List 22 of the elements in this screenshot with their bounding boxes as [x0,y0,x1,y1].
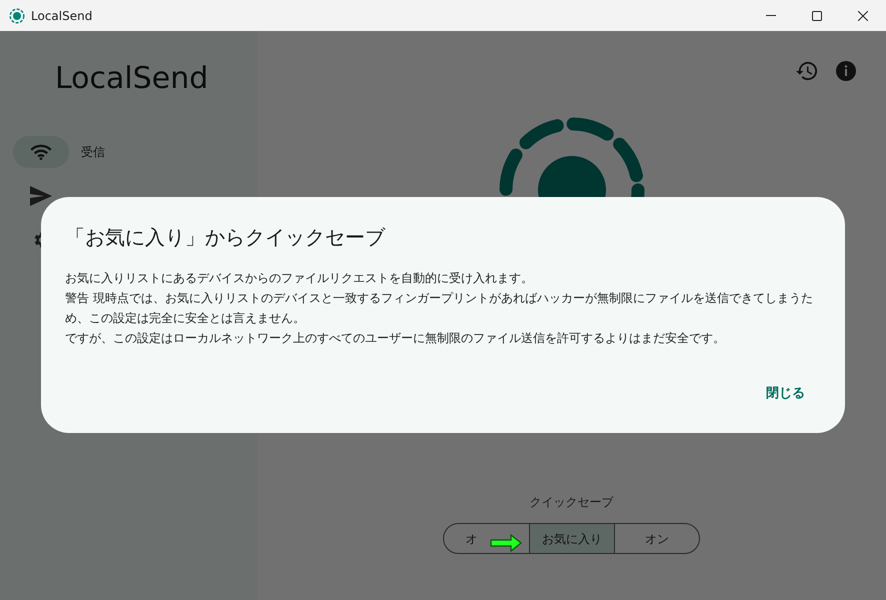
wifi-icon [30,144,52,160]
minimize-icon [766,15,776,16]
app-logo-icon [9,8,25,24]
close-dialog-button[interactable]: 閉じる [766,384,805,403]
dialog-text: ですが、この設定はローカルネットワーク上のすべてのユーザーに無制限のファイル送信を許可するよりはまだ安全です。 [65,330,726,347]
segment-option[interactable]: お気に入り [529,524,614,553]
dialog-text: お気に入りリストにあるデバイスからのファイルリクエストを自動的に受け入れます。 [65,270,534,287]
dialog-text: 警告 現時点では、お気に入りリストのデバイスと一致するフィンガープリントがあればハッカーが無制限にファイルを送信できてしまうため、この設定は完全に安全とは言えません。 [65,290,814,327]
nav-item[interactable]: 受信 [0,136,257,168]
close-icon [858,10,868,20]
dialog-title: 「お気に入り」からクイックセーブ [65,225,386,250]
app-name: LocalSend [55,64,210,94]
history-icon[interactable] [796,61,818,81]
nav-label: 受信 [81,144,105,161]
segment-option[interactable]: オン [614,524,699,553]
info-icon[interactable] [836,61,856,81]
window-title: LocalSend [31,8,92,24]
maximize-icon [812,10,822,20]
quick-save-label: クイックセーブ [530,494,614,511]
arrow-icon [489,533,523,553]
segment-option[interactable]: オ [444,524,529,553]
send-icon [30,186,52,206]
